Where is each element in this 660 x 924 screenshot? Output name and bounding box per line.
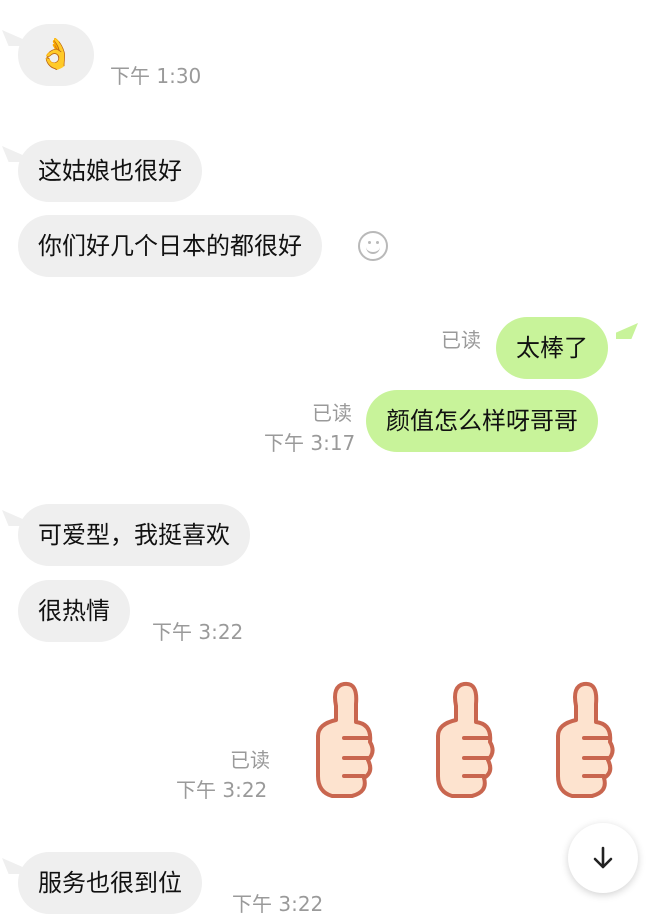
thumbs-up-icon[interactable] xyxy=(314,680,376,800)
bubble-tail xyxy=(616,323,638,339)
read-status: 已读 xyxy=(312,401,352,425)
message-bubble-emoji[interactable]: 👌 xyxy=(18,24,94,86)
scroll-to-bottom-button[interactable] xyxy=(568,823,638,893)
message-time: 下午 3:22 xyxy=(176,778,268,802)
thumbs-up-icon[interactable] xyxy=(434,680,496,800)
message-bubble[interactable]: 服务也很到位 xyxy=(18,852,202,914)
message-time: 下午 3:22 xyxy=(152,620,244,644)
message-bubble-outgoing[interactable]: 太棒了 xyxy=(496,317,608,379)
smiley-face-icon[interactable] xyxy=(358,231,388,261)
message-time: 下午 3:22 xyxy=(232,892,324,916)
smiley-mouth xyxy=(366,244,380,254)
message-bubble[interactable]: 很热情 xyxy=(18,580,130,642)
message-time: 下午 1:30 xyxy=(110,64,202,88)
read-status: 已读 xyxy=(441,328,481,352)
thumbs-up-icon[interactable] xyxy=(554,680,616,800)
read-status: 已读 xyxy=(230,748,270,772)
message-bubble[interactable]: 可爱型，我挺喜欢 xyxy=(18,504,250,566)
message-bubble[interactable]: 你们好几个日本的都很好 xyxy=(18,215,322,277)
message-bubble[interactable]: 这姑娘也很好 xyxy=(18,140,202,202)
message-bubble-outgoing[interactable]: 颜值怎么样呀哥哥 xyxy=(366,390,598,452)
arrow-down-icon xyxy=(593,846,613,869)
message-time: 下午 3:17 xyxy=(264,431,356,455)
